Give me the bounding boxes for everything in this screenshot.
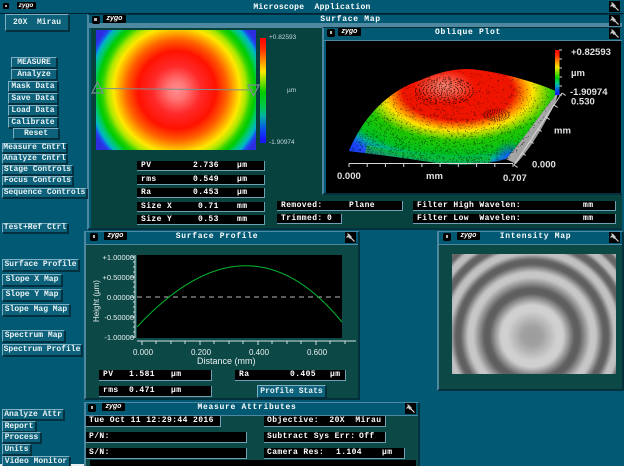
svg-text:0.000: 0.000 [337,171,361,182]
svg-text:mm: mm [554,126,571,137]
svg-text:0.530: 0.530 [571,97,595,108]
svg-text:µm: µm [571,68,585,79]
svg-text:0.707: 0.707 [503,173,527,184]
svg-text:0.000: 0.000 [532,160,556,171]
svg-text:+0.82593: +0.82593 [571,47,611,58]
svg-text:mm: mm [426,171,443,182]
